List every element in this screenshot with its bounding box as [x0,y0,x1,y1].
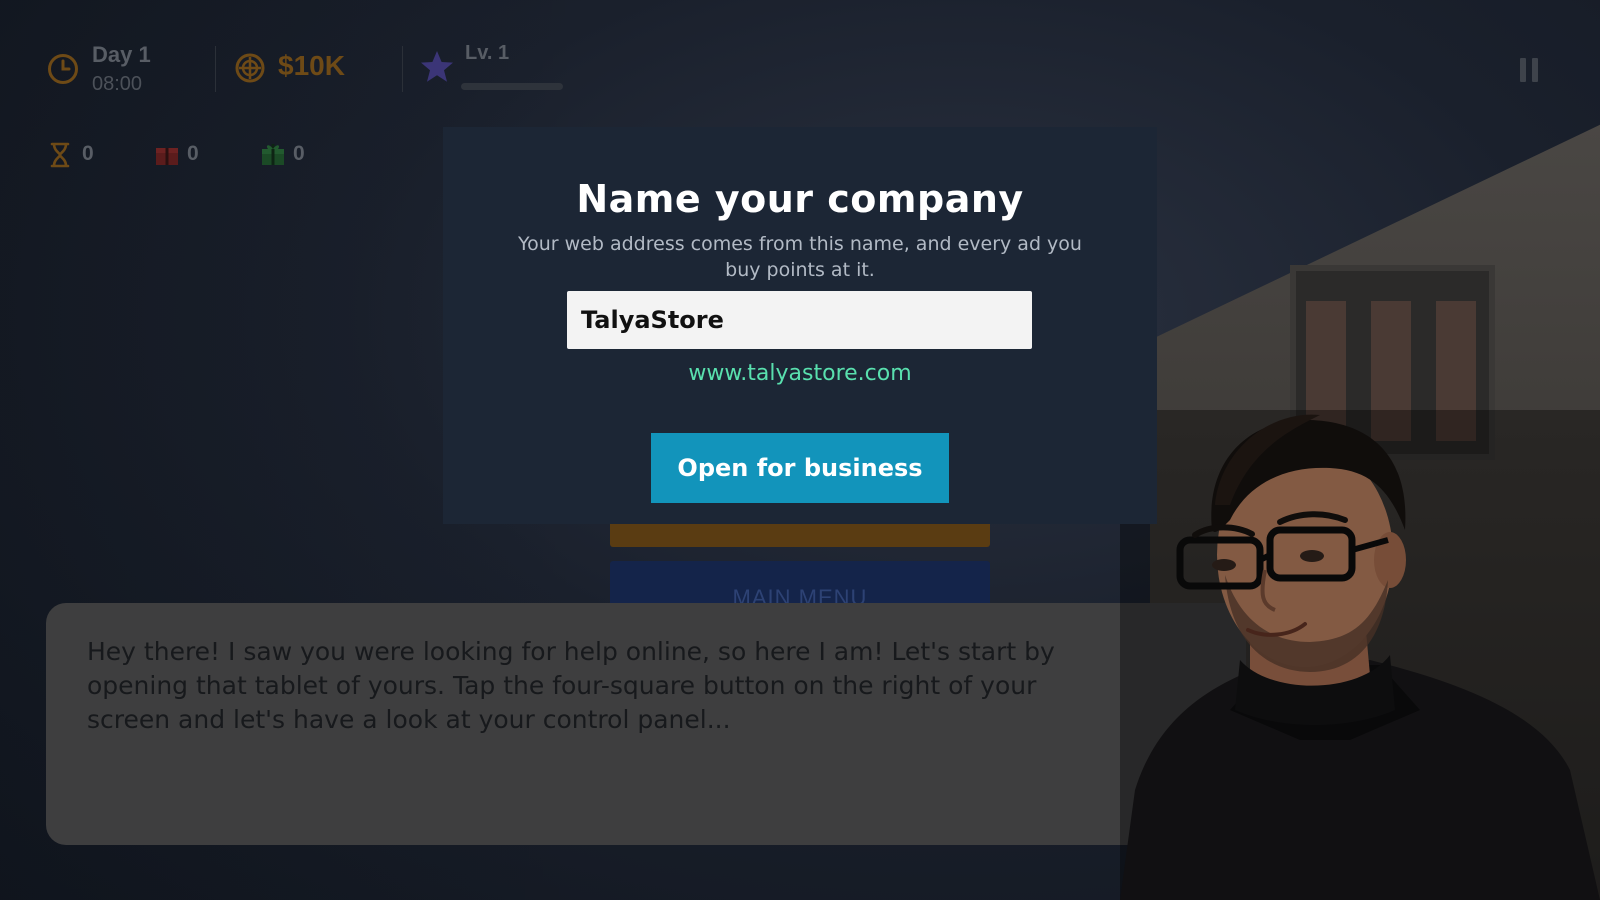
modal-title: Name your company [576,177,1024,221]
clock-icon [48,54,78,84]
stat-value: 0 [293,142,305,165]
stat-value: 0 [187,142,199,165]
company-name-input[interactable] [567,291,1032,349]
mentor-character-portrait [1120,410,1600,900]
dialogue-text: Hey there! I saw you were looking for he… [87,637,1055,734]
open-for-business-button[interactable]: Open for business [651,433,949,503]
time-label: 08:00 [92,73,143,95]
name-company-modal: Name your company Your web address comes… [443,127,1157,524]
pause-icon [1520,58,1526,82]
stat-value: 0 [82,142,94,165]
day-label: Day 1 [92,42,151,67]
pause-icon-bar [1532,58,1538,82]
web-address-preview: www.talyastore.com [688,361,912,386]
green-gift-icon [262,144,284,165]
pause-button[interactable] [1520,58,1538,82]
level-label: Lv. 1 [465,42,510,64]
money-label: $10K [278,50,345,81]
modal-subtitle: Your web address comes from this name, a… [518,233,1082,281]
coin-icon [235,53,265,83]
hud-divider [402,46,403,92]
dialogue-box[interactable]: Hey there! I saw you were looking for he… [46,603,1246,845]
hud-divider [215,46,216,92]
hourglass-icon [50,142,70,168]
red-gift-icon [156,148,178,165]
star-icon [421,51,453,82]
xp-bar [461,83,563,90]
